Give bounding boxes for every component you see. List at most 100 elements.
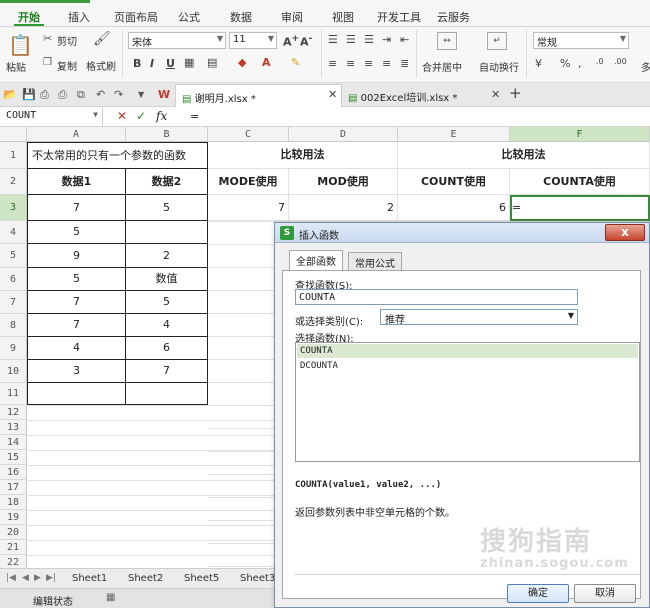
comma-icon[interactable]: ,: [578, 57, 582, 70]
cut-button[interactable]: 剪切: [57, 33, 77, 48]
insert-function-button[interactable]: fx: [156, 109, 167, 123]
cell-e3[interactable]: 6: [398, 195, 510, 221]
row-header[interactable]: 4: [0, 221, 27, 244]
fill-color-icon[interactable]: ◆: [238, 56, 246, 69]
underline-icon[interactable]: U: [166, 57, 175, 70]
merge-center-button[interactable]: 合并居中: [422, 59, 462, 74]
align-bottom-icon[interactable]: ☰: [364, 33, 374, 46]
cell-b4[interactable]: [126, 221, 208, 244]
doc-tab[interactable]: ▤ 002Excel培训.xlsx *: [342, 84, 502, 107]
open-icon[interactable]: 📂: [3, 88, 17, 101]
cell-d3[interactable]: 2: [289, 195, 398, 221]
align-right-icon[interactable]: ≡: [364, 57, 373, 70]
formula-input[interactable]: =: [190, 110, 199, 123]
cell-a1[interactable]: 不太常用的只有一个参数的函数: [27, 142, 208, 169]
row-header[interactable]: 19: [0, 510, 27, 525]
row-header[interactable]: 10: [0, 360, 27, 383]
row-header[interactable]: 13: [0, 420, 27, 435]
function-list[interactable]: COUNTA DCOUNTA: [295, 342, 640, 462]
row-header[interactable]: 14: [0, 435, 27, 450]
font-name-select[interactable]: 宋体 ▼: [128, 32, 226, 49]
row-header[interactable]: 9: [0, 337, 27, 360]
row-header[interactable]: 21: [0, 540, 27, 555]
wps-logo-icon[interactable]: W: [158, 88, 170, 101]
cell-a5[interactable]: 9: [27, 244, 126, 268]
row-header[interactable]: 7: [0, 291, 27, 314]
cell-style-icon[interactable]: ▤: [207, 56, 217, 69]
column-header-e[interactable]: E: [398, 127, 510, 142]
last-sheet-icon[interactable]: ▶|: [46, 573, 56, 583]
decrease-decimal-icon[interactable]: .00: [614, 57, 627, 66]
italic-icon[interactable]: I: [150, 57, 154, 70]
close-icon[interactable]: x: [605, 224, 645, 241]
scissors-icon[interactable]: ✂: [43, 32, 52, 45]
border-icon[interactable]: ▦: [184, 56, 194, 69]
cell-a7[interactable]: 7: [27, 291, 126, 314]
first-sheet-icon[interactable]: |◀: [6, 573, 16, 583]
select-all-corner[interactable]: [0, 127, 27, 142]
increase-font-icon[interactable]: A+: [283, 33, 299, 49]
cell-a9[interactable]: 4: [27, 337, 126, 360]
outdent-icon[interactable]: ⇤: [400, 33, 409, 46]
align-middle-icon[interactable]: ☰: [346, 33, 356, 46]
category-select[interactable]: 推荐 ▼: [380, 309, 578, 326]
row-header[interactable]: 3: [0, 195, 27, 221]
wrap-text-button[interactable]: 自动换行: [479, 59, 519, 74]
tab-home[interactable]: 开始: [14, 9, 44, 26]
more-button[interactable]: 多: [641, 59, 650, 74]
cell-b3[interactable]: 5: [126, 195, 208, 221]
tab-review[interactable]: 审阅: [281, 9, 303, 25]
row-header[interactable]: 6: [0, 268, 27, 291]
row-header[interactable]: 16: [0, 465, 27, 480]
ok-button[interactable]: 确定: [507, 584, 569, 603]
close-tab-icon[interactable]: ✕: [491, 88, 500, 101]
redo-icon[interactable]: ↷: [114, 88, 123, 101]
cell-a2[interactable]: 数据1: [27, 169, 126, 195]
macro-icon[interactable]: ▦: [106, 592, 115, 603]
cell-b9[interactable]: 6: [126, 337, 208, 360]
row-header[interactable]: 17: [0, 480, 27, 495]
tab-formulas[interactable]: 公式: [178, 9, 200, 25]
sheet-tab-5[interactable]: Sheet5: [178, 571, 225, 586]
row-header[interactable]: 15: [0, 450, 27, 465]
name-box[interactable]: COUNT ▼: [0, 108, 103, 126]
copy-icon[interactable]: ❐: [43, 57, 52, 68]
undo-icon[interactable]: ↶: [96, 88, 105, 101]
new-tab-icon[interactable]: +: [509, 84, 522, 102]
cell-a10[interactable]: 3: [27, 360, 126, 383]
currency-icon[interactable]: ¥: [535, 57, 542, 70]
cell-c2[interactable]: MODE使用: [208, 169, 289, 195]
confirm-icon[interactable]: ✓: [136, 109, 146, 123]
format-painter-button[interactable]: 格式刷: [86, 58, 116, 73]
tab-data[interactable]: 数据: [230, 9, 252, 25]
dialog-titlebar[interactable]: S 插入函数 x: [275, 223, 649, 243]
cell-a8[interactable]: 7: [27, 314, 126, 337]
function-item-dcounta[interactable]: DCOUNTA: [297, 359, 638, 373]
indent-icon[interactable]: ⇥: [382, 33, 391, 46]
row-header[interactable]: 8: [0, 314, 27, 337]
format-painter-icon[interactable]: 🖌: [93, 31, 111, 47]
tab-all-functions[interactable]: 全部函数: [289, 250, 343, 271]
cell-a6[interactable]: 5: [27, 268, 126, 291]
cancel-button[interactable]: 取消: [574, 584, 636, 603]
wrap-text-icon[interactable]: ↵: [487, 32, 507, 50]
tab-page-layout[interactable]: 页面布局: [114, 9, 158, 25]
clear-format-icon[interactable]: ✎: [291, 56, 300, 69]
row-header[interactable]: 1: [0, 142, 27, 169]
cell-e1[interactable]: 比较用法: [398, 142, 650, 169]
tab-cloud[interactable]: 云服务: [437, 9, 470, 25]
column-header-f[interactable]: F: [510, 127, 650, 142]
print-preview-icon[interactable]: ⎙: [40, 88, 49, 102]
column-header-c[interactable]: C: [208, 127, 289, 142]
distributed-icon[interactable]: ≣: [400, 57, 409, 70]
print-icon[interactable]: ⎙: [58, 88, 67, 102]
cell-b11[interactable]: [126, 383, 208, 405]
close-tab-icon[interactable]: ✕: [328, 88, 337, 101]
tab-insert[interactable]: 插入: [68, 9, 90, 25]
cell-b7[interactable]: 5: [126, 291, 208, 314]
doc-tab-active[interactable]: ▤ 谢明月.xlsx *: [175, 84, 342, 107]
column-header-d[interactable]: D: [289, 127, 398, 142]
sheet-tab-2[interactable]: Sheet2: [122, 571, 169, 586]
row-header[interactable]: 18: [0, 495, 27, 510]
cell-b5[interactable]: 2: [126, 244, 208, 268]
